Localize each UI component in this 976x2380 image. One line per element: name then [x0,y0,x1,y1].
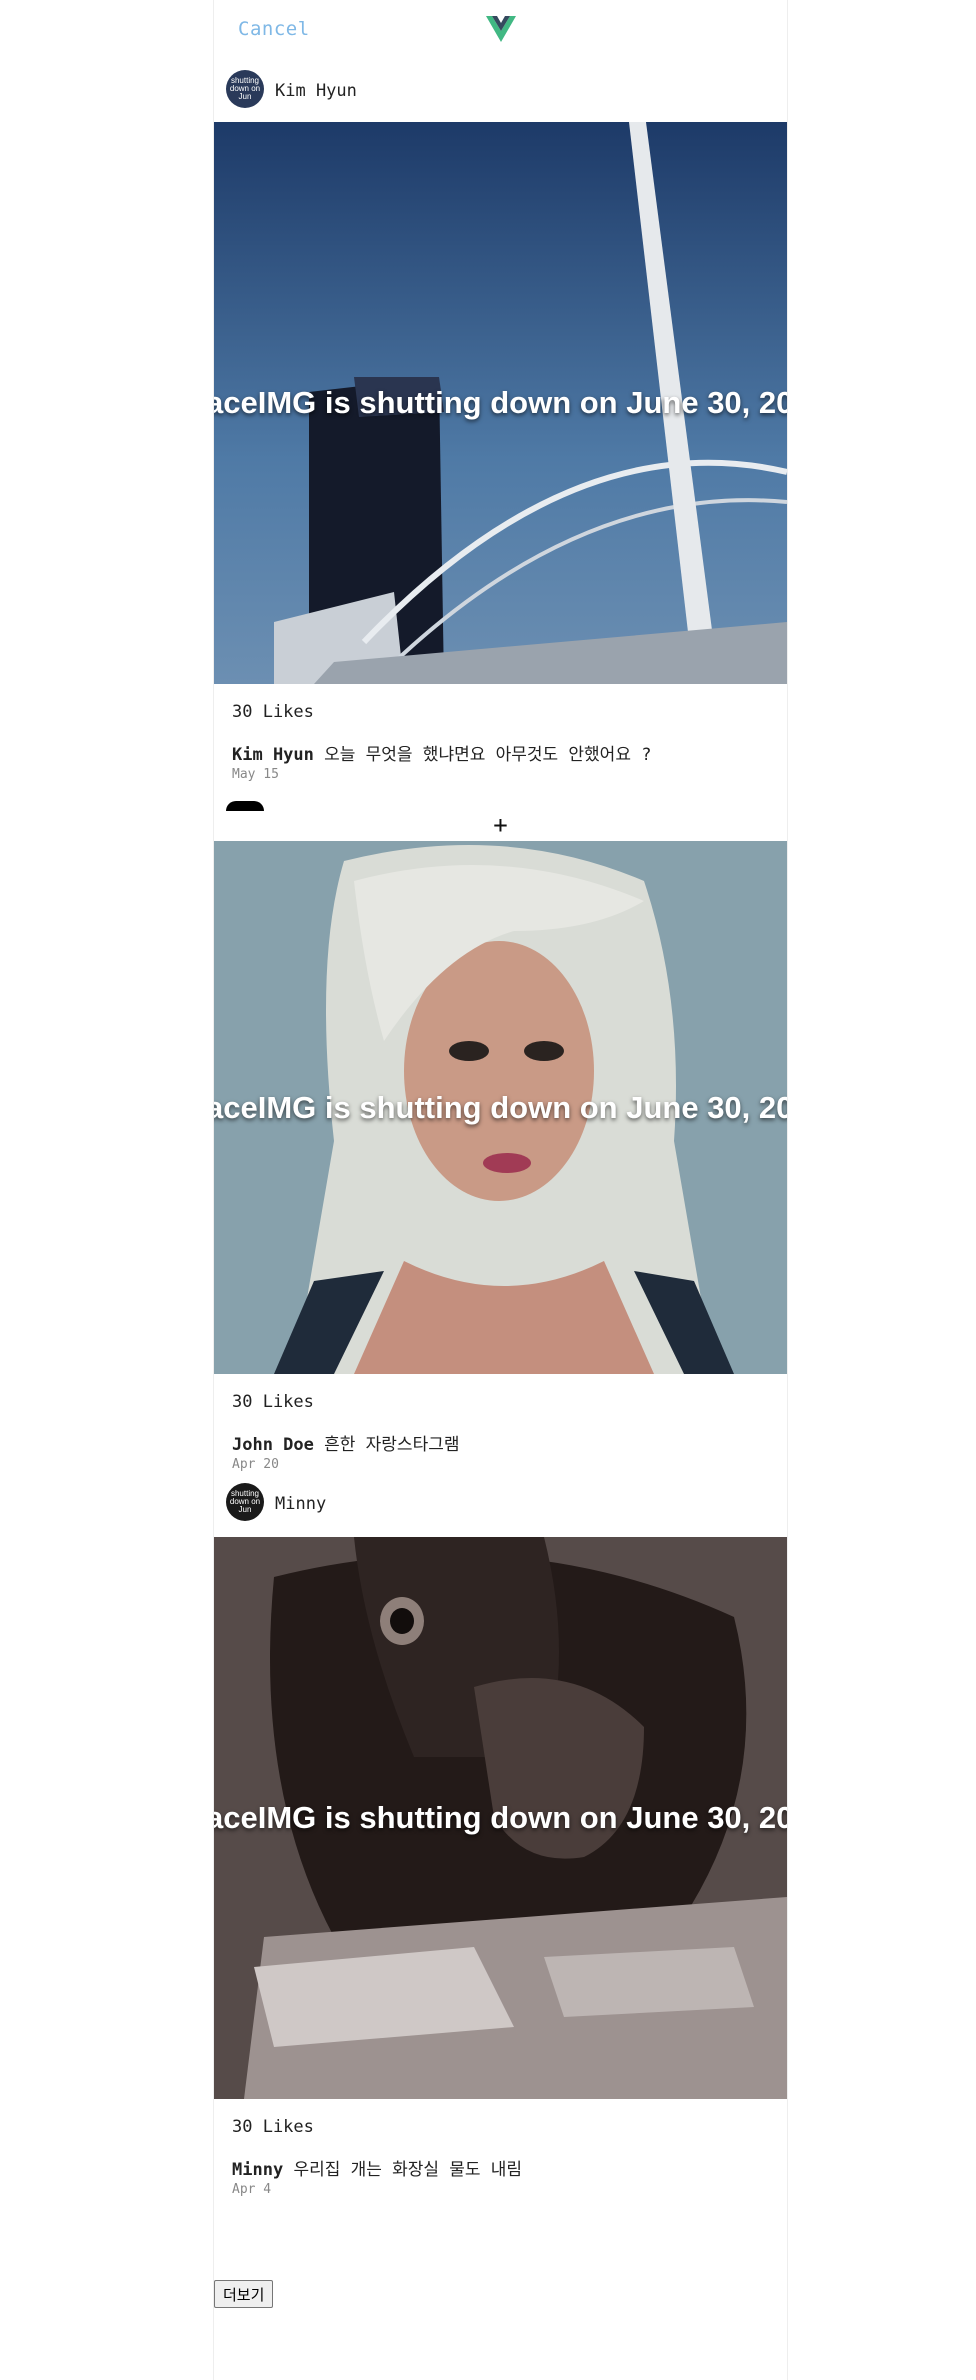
post-info: 30 Likes John Doe 흔한 자랑스타그램 Apr 20 [214,1392,787,1473]
post-profile: + [214,783,787,841]
cancel-button[interactable]: Cancel [238,18,310,40]
post-photo: aceIMG is shutting down on June 30, 2025 [214,122,787,684]
caption-author: Kim Hyun [232,745,314,765]
post: + aceIMG is shutting down on June 30, 20… [214,783,787,1473]
profile-name: Kim Hyun [275,81,357,101]
post-profile: shutting down on Jun Minny [214,1473,787,1537]
post-date: Apr 4 [232,2182,272,2197]
feed-app: Cancel shutting down on Jun Kim Hyun ace… [213,0,788,2380]
caption-text: 우리집 개는 화장실 물도 내림 [293,2160,523,2180]
caption-author: Minny [232,2160,284,2180]
post-caption: Kim Hyun 오늘 무엇을 했냐면요 아무것도 안했어요 ? [232,740,769,765]
post-caption: Minny 우리집 개는 화장실 물도 내림 [232,2155,769,2180]
add-button[interactable]: + [214,811,787,839]
post-photo: aceIMG is shutting down on June 30, 2025 [214,1537,787,2099]
post-caption: John Doe 흔한 자랑스타그램 [232,1430,769,1455]
post: shutting down on Jun Kim Hyun aceIMG is … [214,60,787,783]
likes-count: 30 Likes [232,1392,314,1412]
post-date: May 15 [232,767,279,782]
profile-name: Minny [275,1494,327,1514]
vue-logo-icon [486,16,516,42]
post-date: Apr 20 [232,1457,279,1472]
photo-banner-text: aceIMG is shutting down on June 30, 2025 [214,385,787,420]
post-photo: aceIMG is shutting down on June 30, 2025 [214,841,787,1374]
avatar [226,801,264,811]
app-header: Cancel [214,0,787,60]
avatar-text: shutting down on Jun [229,1489,261,1514]
load-more-button[interactable]: 더보기 [214,2280,274,2308]
post-profile: shutting down on Jun Kim Hyun [214,60,787,122]
caption-text: 흔한 자랑스타그램 [324,1435,460,1455]
photo-banner-text: aceIMG is shutting down on June 30, 2025 [214,1089,787,1125]
likes-count: 30 Likes [232,2117,314,2137]
avatar: shutting down on Jun [226,70,264,108]
caption-text: 오늘 무엇을 했냐면요 아무것도 안했어요 ? [324,745,652,765]
avatar-text: shutting down on Jun [229,76,261,101]
post-info: 30 Likes Kim Hyun 오늘 무엇을 했냐면요 아무것도 안했어요 … [214,702,787,783]
photo-banner-text: aceIMG is shutting down on June 30, 2025 [214,1800,787,1835]
caption-author: John Doe [232,1435,314,1455]
post: shutting down on Jun Minny aceIMG is shu… [214,1473,787,2198]
avatar: shutting down on Jun [226,1483,264,1521]
post-info: 30 Likes Minny 우리집 개는 화장실 물도 내림 Apr 4 [214,2117,787,2198]
likes-count: 30 Likes [232,702,314,722]
